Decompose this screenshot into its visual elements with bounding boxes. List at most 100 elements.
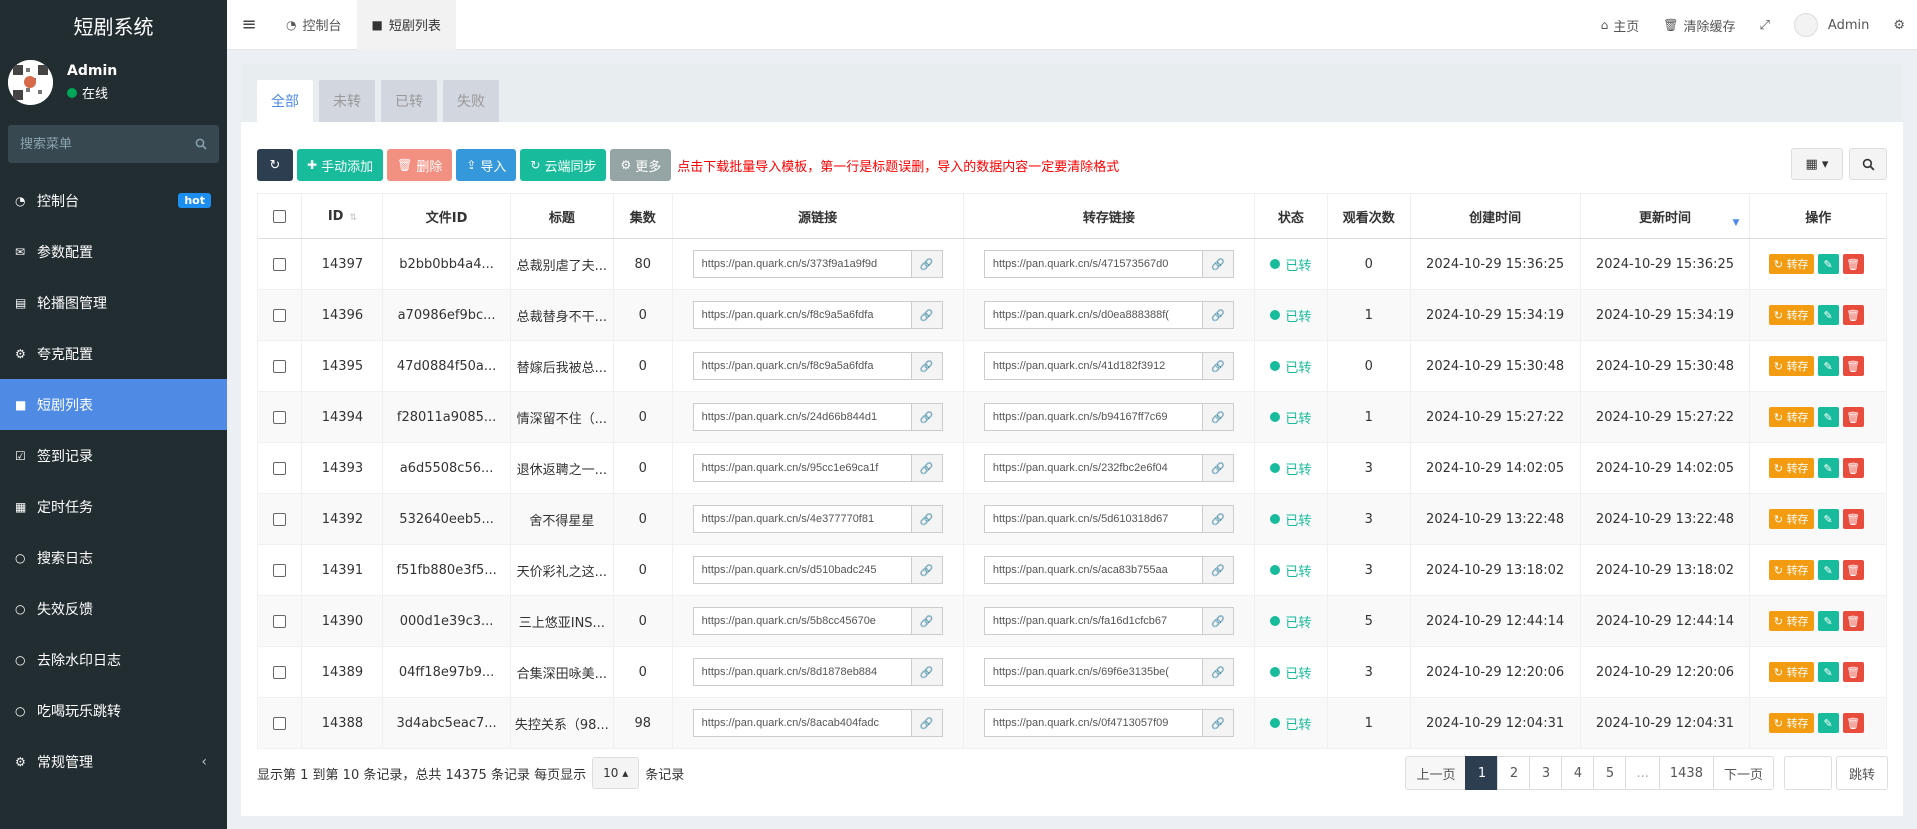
next-page-button[interactable]: 下一页 (1712, 756, 1774, 790)
edit-button[interactable]: ✎ (1817, 662, 1839, 682)
link-icon[interactable]: 🔗 (910, 505, 943, 533)
page-button-1438[interactable]: 1438 (1658, 756, 1714, 790)
sidebar-item-4[interactable]: ■ 短剧列表 (0, 379, 227, 430)
delete-row-button[interactable]: 🗑 (1842, 509, 1864, 529)
delete-row-button[interactable]: 🗑 (1842, 713, 1864, 733)
edit-button[interactable]: ✎ (1817, 611, 1839, 631)
cogs-icon[interactable]: ⚙ (1881, 0, 1917, 50)
transfer-link-field[interactable]: https://pan.quark.cn/s/d0ea888388f( (983, 301, 1202, 329)
edit-button[interactable]: ✎ (1817, 560, 1839, 580)
transfer-button[interactable]: ↻ 转存 (1768, 458, 1814, 478)
page-button-1[interactable]: 1 (1465, 756, 1499, 790)
transfer-link-field[interactable]: https://pan.quark.cn/s/0f4713057f09 (983, 709, 1202, 737)
link-icon[interactable]: 🔗 (910, 352, 943, 380)
tab-drama-list[interactable]: ■ 短剧列表 (356, 0, 456, 50)
sidebar-item-3[interactable]: ⚙ 夸克配置 (0, 328, 227, 379)
transfer-link-field[interactable]: https://pan.quark.cn/s/aca83b755aa (983, 556, 1202, 584)
delete-row-button[interactable]: 🗑 (1842, 407, 1864, 427)
transfer-link-field[interactable]: https://pan.quark.cn/s/fa16d1cfcb67 (983, 607, 1202, 635)
transfer-button[interactable]: ↻ 转存 (1768, 407, 1814, 427)
search-button[interactable] (1849, 148, 1887, 180)
source-link-field[interactable]: https://pan.quark.cn/s/95cc1e69ca1f (692, 454, 911, 482)
transfer-link-field[interactable]: https://pan.quark.cn/s/471573567d0 (983, 250, 1202, 278)
columns-toggle-button[interactable]: ▦ ▾ (1791, 148, 1843, 180)
delete-row-button[interactable]: 🗑 (1842, 611, 1864, 631)
col-id[interactable]: ID ⇅ (301, 193, 384, 239)
edit-button[interactable]: ✎ (1817, 356, 1839, 376)
row-checkbox[interactable] (273, 359, 287, 373)
tab-failed[interactable]: 失败 (443, 80, 499, 122)
source-link-field[interactable]: https://pan.quark.cn/s/24d66b844d1 (692, 403, 911, 431)
link-icon[interactable]: 🔗 (1201, 607, 1234, 635)
search-icon[interactable] (195, 138, 207, 150)
row-checkbox[interactable] (273, 716, 287, 730)
edit-button[interactable]: ✎ (1817, 509, 1839, 529)
delete-button[interactable]: 🗑 删除 (387, 149, 453, 181)
transfer-button[interactable]: ↻ 转存 (1768, 662, 1814, 682)
link-icon[interactable]: 🔗 (1201, 505, 1234, 533)
link-icon[interactable]: 🔗 (1201, 352, 1234, 380)
edit-button[interactable]: ✎ (1817, 254, 1839, 274)
source-link-field[interactable]: https://pan.quark.cn/s/8d1878eb884 (692, 658, 911, 686)
more-button[interactable]: ⚙ 更多 (610, 149, 672, 181)
link-icon[interactable]: 🔗 (910, 607, 943, 635)
transfer-link-field[interactable]: https://pan.quark.cn/s/5d610318d67 (983, 505, 1202, 533)
col-updated[interactable]: 更新时间 ▼ (1579, 193, 1751, 239)
add-button[interactable]: ✚ 手动添加 (297, 149, 384, 181)
transfer-button[interactable]: ↻ 转存 (1768, 509, 1814, 529)
link-icon[interactable]: 🔗 (910, 403, 943, 431)
transfer-link-field[interactable]: https://pan.quark.cn/s/b94167ff7c69 (983, 403, 1202, 431)
source-link-field[interactable]: https://pan.quark.cn/s/f8c9a5a6fdfa (692, 301, 911, 329)
link-icon[interactable]: 🔗 (1201, 301, 1234, 329)
link-icon[interactable]: 🔗 (910, 250, 943, 278)
link-icon[interactable]: 🔗 (1201, 556, 1234, 584)
tab-transferred[interactable]: 已转 (381, 80, 437, 122)
source-link-field[interactable]: https://pan.quark.cn/s/5b8cc45670e (692, 607, 911, 635)
link-icon[interactable]: 🔗 (910, 658, 943, 686)
sidebar-item-7[interactable]: ○ 搜索日志 (0, 532, 227, 583)
import-button[interactable]: ⇪ 导入 (456, 149, 517, 181)
transfer-link-field[interactable]: https://pan.quark.cn/s/41d182f3912 (983, 352, 1202, 380)
sidebar-item-8[interactable]: ○ 失效反馈 (0, 583, 227, 634)
tab-dashboard[interactable]: ◔ 控制台 (271, 0, 357, 50)
sidebar-item-5[interactable]: ☑ 签到记录 (0, 430, 227, 481)
delete-row-button[interactable]: 🗑 (1842, 356, 1864, 376)
link-icon[interactable]: 🔗 (910, 709, 943, 737)
sidebar-item-9[interactable]: ○ 去除水印日志 (0, 634, 227, 685)
user-menu[interactable]: Admin (1782, 0, 1881, 50)
sidebar-item-11[interactable]: ⚙ 常规管理 ‹ (0, 736, 227, 787)
jump-page-input[interactable] (1783, 756, 1832, 790)
source-link-field[interactable]: https://pan.quark.cn/s/d510badc245 (692, 556, 911, 584)
page-button-3[interactable]: 3 (1529, 756, 1563, 790)
edit-button[interactable]: ✎ (1817, 305, 1839, 325)
brand-logo[interactable]: 短剧系统 (0, 0, 227, 50)
transfer-button[interactable]: ↻ 转存 (1768, 713, 1814, 733)
select-all-checkbox[interactable] (273, 209, 287, 223)
link-icon[interactable]: 🔗 (1201, 709, 1234, 737)
import-tip[interactable]: 点击下载批量导入模板，第一行是标题误删，导入的数据内容一定要清除格式 (677, 156, 1119, 175)
tab-all[interactable]: 全部 (257, 80, 313, 122)
link-icon[interactable]: 🔗 (910, 454, 943, 482)
menu-search-input[interactable] (20, 136, 170, 152)
jump-button[interactable]: 跳转 (1835, 756, 1888, 790)
row-checkbox[interactable] (273, 563, 287, 577)
delete-row-button[interactable]: 🗑 (1842, 254, 1864, 274)
transfer-button[interactable]: ↻ 转存 (1768, 254, 1814, 274)
row-checkbox[interactable] (273, 461, 287, 475)
link-icon[interactable]: 🔗 (1201, 454, 1234, 482)
link-icon[interactable]: 🔗 (1201, 658, 1234, 686)
fullscreen-icon[interactable]: ⤢ (1748, 0, 1782, 50)
edit-button[interactable]: ✎ (1817, 458, 1839, 478)
row-checkbox[interactable] (273, 512, 287, 526)
transfer-link-field[interactable]: https://pan.quark.cn/s/69f6e3135be( (983, 658, 1202, 686)
transfer-button[interactable]: ↻ 转存 (1768, 611, 1814, 631)
source-link-field[interactable]: https://pan.quark.cn/s/373f9a1a9f9d (692, 250, 911, 278)
sidebar-item-6[interactable]: ▦ 定时任务 (0, 481, 227, 532)
sidebar-item-0[interactable]: ◔ 控制台 hot (0, 175, 227, 226)
prev-page-button[interactable]: 上一页 (1405, 756, 1467, 790)
sidebar-item-1[interactable]: ✉ 参数配置 (0, 226, 227, 277)
refresh-button[interactable]: ↻ (257, 149, 293, 181)
link-icon[interactable]: 🔗 (910, 301, 943, 329)
transfer-button[interactable]: ↻ 转存 (1768, 560, 1814, 580)
row-checkbox[interactable] (273, 614, 287, 628)
